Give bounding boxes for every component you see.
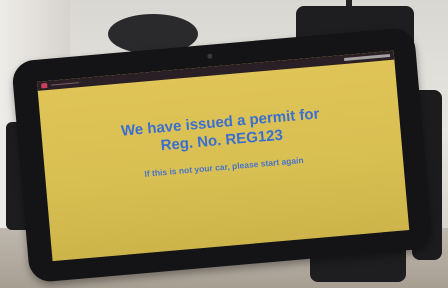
tablet-screen[interactable]: We have issued a permit for Reg. No. REG…: [36, 50, 410, 262]
app-icon: [41, 82, 48, 89]
status-info: [344, 53, 391, 61]
status-bar: [36, 50, 395, 91]
status-indicator: [51, 82, 80, 86]
front-camera: [207, 53, 213, 59]
tablet-device: We have issued a permit for Reg. No. REG…: [11, 26, 433, 284]
